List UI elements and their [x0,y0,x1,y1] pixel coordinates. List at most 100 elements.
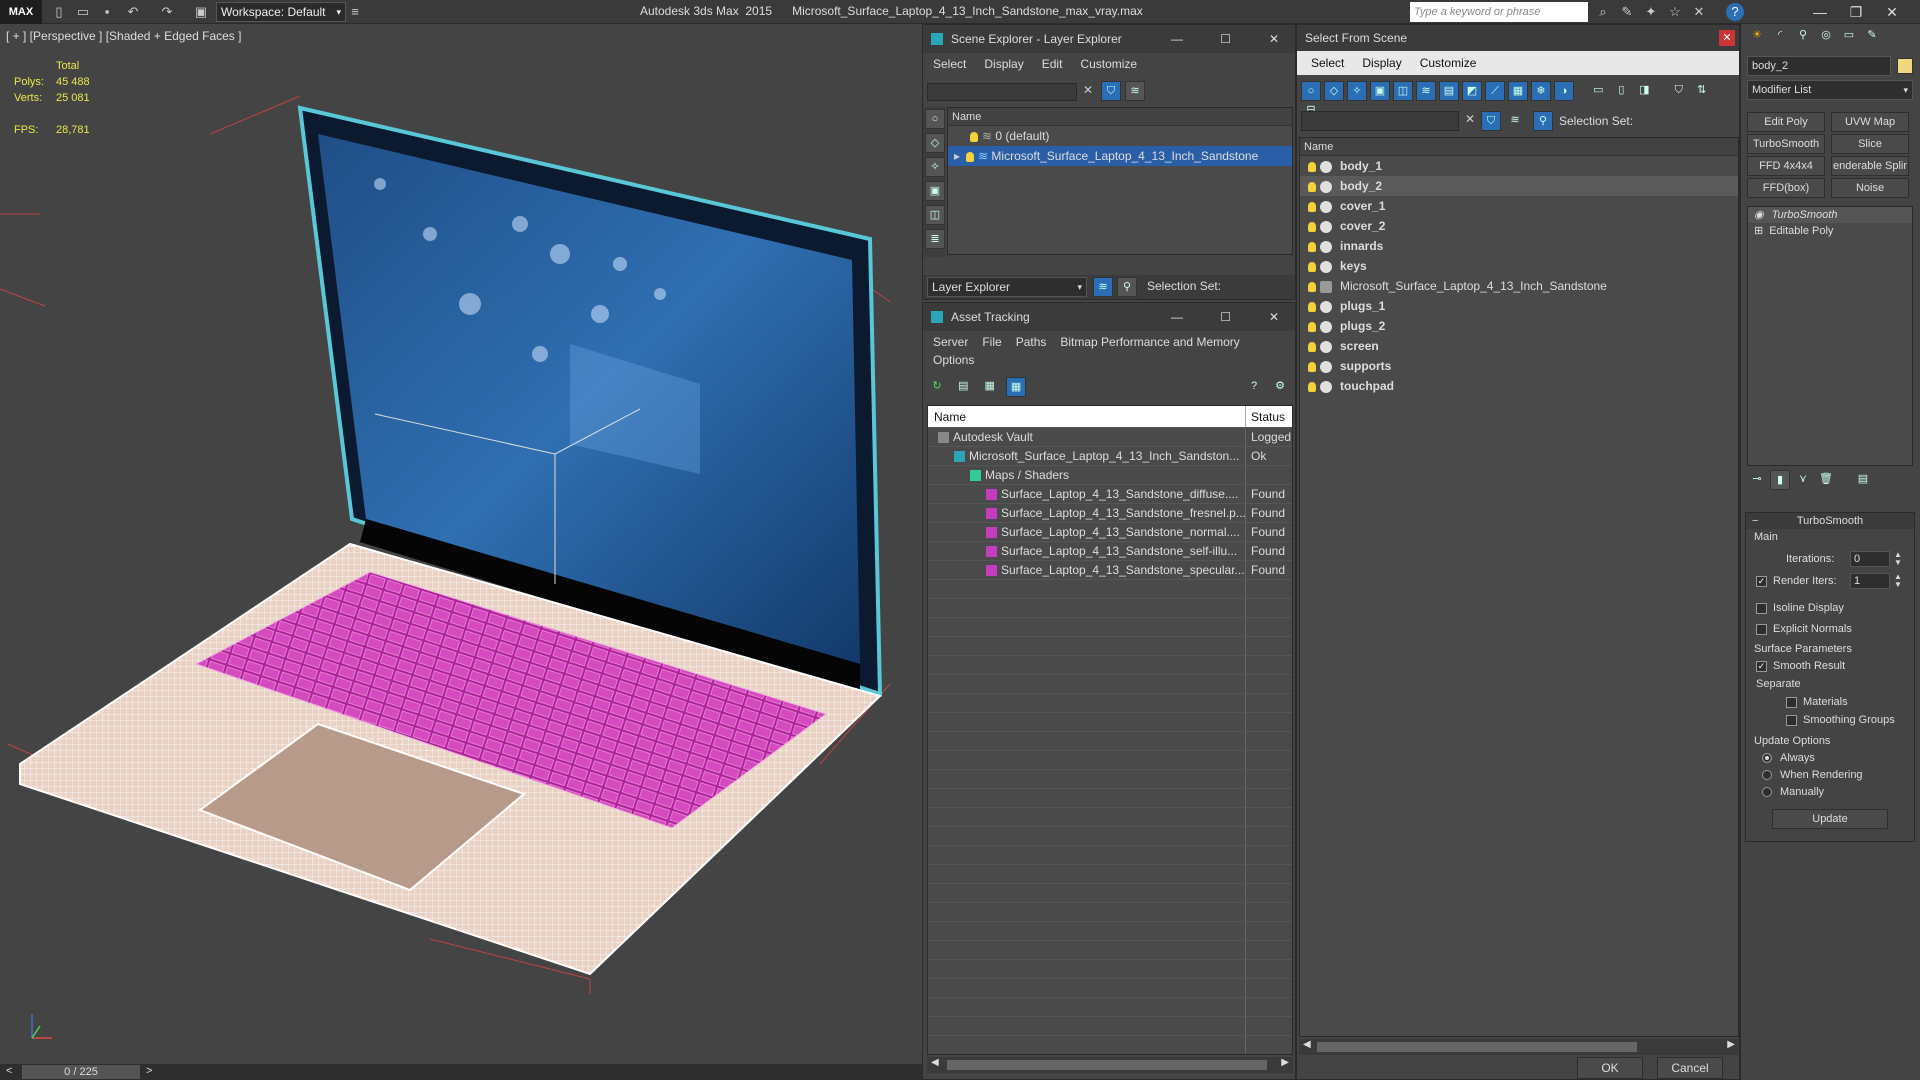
save-icon[interactable]: ▪ [98,3,116,21]
app-logo[interactable]: MAX [0,0,42,24]
always-radio[interactable] [1762,753,1772,764]
light-bulb-icon[interactable] [1308,221,1316,232]
filter-hidden-icon[interactable]: ◑ [1554,81,1574,101]
sort-icon[interactable]: ⇅ [1691,81,1712,101]
filter-groups-icon[interactable]: ▤ [1439,81,1459,101]
motion-tab-icon[interactable]: ◎ [1816,26,1836,46]
help-icon[interactable]: ? [1726,3,1744,21]
hierarchy-icon[interactable]: ⚲ [1533,111,1553,131]
expand-arrow-icon[interactable]: ▸ [954,149,960,163]
clear-icon[interactable]: ✕ [1465,112,1475,126]
noise-button[interactable]: Noise [1831,178,1909,198]
ffd-4x4x4-button[interactable]: FFD 4x4x4 [1747,156,1825,176]
menu-icon[interactable]: ≡ [346,3,364,21]
object-row[interactable]: Microsoft_Surface_Laptop_4_13_Inch_Sands… [1300,276,1738,296]
layer-row-default[interactable]: ≋ 0 (default) [948,126,1292,146]
smooth-result-checkbox[interactable]: ✓ [1756,660,1767,672]
object-row[interactable]: plugs_2 [1300,316,1738,336]
menu-select[interactable]: Select [1311,51,1344,75]
settings-icon[interactable]: ⚙ [1270,377,1290,397]
light-bulb-icon[interactable] [1308,281,1316,292]
when-rendering-radio[interactable] [1762,770,1772,781]
pin-stack-icon[interactable]: ⊸ [1747,470,1767,490]
isoline-checkbox[interactable] [1756,602,1767,614]
hierarchy-icon[interactable]: ⚲ [1117,277,1137,297]
object-row[interactable]: plugs_1 [1300,296,1738,316]
menu-display[interactable]: Display [1362,51,1401,75]
filter-lights-icon[interactable]: ✧ [1347,81,1367,101]
make-unique-icon[interactable]: ⋎ [1793,470,1813,490]
table-view-icon[interactable]: ▦ [1006,377,1027,397]
slice-button[interactable]: Slice [1831,134,1909,154]
asset-hscrollbar[interactable]: ◀ ▶ [927,1057,1293,1073]
prev-frame-icon[interactable]: < [6,1065,12,1077]
scrollbar-thumb[interactable] [1317,1042,1637,1052]
scene-explorer-titlebar[interactable]: Scene Explorer - Layer Explorer — ☐ ✕ [923,25,1295,53]
binoculars-icon[interactable]: ⌕ [1594,3,1612,21]
display-lights-icon[interactable]: ✧ [925,157,945,177]
filter-containers-icon[interactable]: ▦ [1508,81,1528,101]
scroll-left-icon[interactable]: ◀ [931,1057,939,1068]
menu-options[interactable]: Options [933,353,974,371]
time-slider[interactable]: < 0 / 225 > [0,1064,922,1080]
asset-row[interactable]: Autodesk Vault Logged [928,428,1292,447]
filter-icon[interactable]: ⛉ [1101,81,1121,101]
pin-icon[interactable]: ✦ [1642,3,1660,21]
menu-select[interactable]: Select [933,53,966,75]
search-input[interactable]: Type a keyword or phrase [1410,2,1588,22]
close-icon[interactable]: ✕ [1874,0,1910,24]
filter-cameras-icon[interactable]: ▣ [1370,81,1390,101]
display-shapes-icon[interactable]: ◇ [925,133,945,153]
object-hscrollbar[interactable]: ◀ ▶ [1299,1039,1739,1055]
display-all-icon[interactable]: ≣ [925,229,945,249]
maximize-icon[interactable]: ☐ [1220,303,1231,331]
filter-xrefs-icon[interactable]: ◩ [1462,81,1482,101]
render-iters-checkbox[interactable]: ✓ [1756,575,1767,587]
column-header-name[interactable]: Name [1300,138,1738,156]
render-iters-spinner[interactable]: 1 [1850,573,1890,589]
minimize-icon[interactable]: — [1171,303,1183,331]
maximize-icon[interactable]: ❐ [1838,0,1874,24]
light-bulb-icon[interactable] [1308,381,1316,392]
workspace-dropdown[interactable]: Workspace: Default ▾ [216,2,346,22]
scrollbar-thumb[interactable] [947,1060,1267,1070]
light-bulb-icon[interactable] [1308,361,1316,372]
display-tab-icon[interactable]: ▭ [1839,26,1859,46]
create-tab-icon[interactable]: ☀ [1747,26,1767,46]
asset-row[interactable]: Surface_Laptop_4_13_Sandstone_fresnel.p.… [928,504,1292,523]
minimize-icon[interactable]: — [1802,0,1838,24]
next-frame-icon[interactable]: > [146,1065,152,1077]
asset-row[interactable]: Microsoft_Surface_Laptop_4_13_Inch_Sands… [928,447,1292,466]
modify-tab-icon[interactable]: ◜ [1770,26,1790,46]
column-header-status[interactable]: Status [1246,406,1285,427]
object-row[interactable]: body_1 [1300,156,1738,176]
light-bulb-icon[interactable] [1308,241,1316,252]
tools-icon[interactable]: ✎ [1618,3,1636,21]
light-bulb-icon[interactable] [1308,341,1316,352]
stack-item-editable-poly[interactable]: ⊞ Editable Poly [1748,223,1912,239]
spinner-arrows-icon[interactable]: ▲ ▼ [1894,573,1902,589]
scroll-left-icon[interactable]: ◀ [1303,1039,1311,1050]
asset-tracking-titlebar[interactable]: Asset Tracking — ☐ ✕ [923,303,1295,331]
object-name-input[interactable]: body_2 [1747,56,1891,76]
undo-icon[interactable]: ↶ [124,3,142,21]
remove-modifier-icon[interactable]: 🗑 [1816,470,1836,490]
object-row[interactable]: touchpad [1300,376,1738,396]
menu-server[interactable]: Server [933,331,968,353]
smoothing-groups-checkbox[interactable] [1786,714,1797,726]
project-icon[interactable]: ▣ [192,3,210,21]
column-header-name[interactable]: Name [948,108,1292,126]
light-bulb-icon[interactable] [1308,201,1316,212]
ok-button[interactable]: OK [1577,1057,1643,1079]
edit-poly-button[interactable]: Edit Poly [1747,112,1825,132]
modifier-list-dropdown[interactable]: Modifier List ▾ [1747,80,1913,100]
light-bulb-icon[interactable] [1308,181,1316,192]
close-x-icon[interactable]: ✕ [1690,3,1708,21]
menu-customize[interactable]: Customize [1420,51,1477,75]
expand-plus-icon[interactable]: ⊞ [1754,225,1763,237]
object-row[interactable]: screen [1300,336,1738,356]
menu-bitmap-performance[interactable]: Bitmap Performance and Memory [1060,331,1239,353]
update-button[interactable]: Update [1772,809,1888,829]
object-search-input[interactable] [1301,111,1459,131]
asset-row[interactable]: Surface_Laptop_4_13_Sandstone_normal....… [928,523,1292,542]
